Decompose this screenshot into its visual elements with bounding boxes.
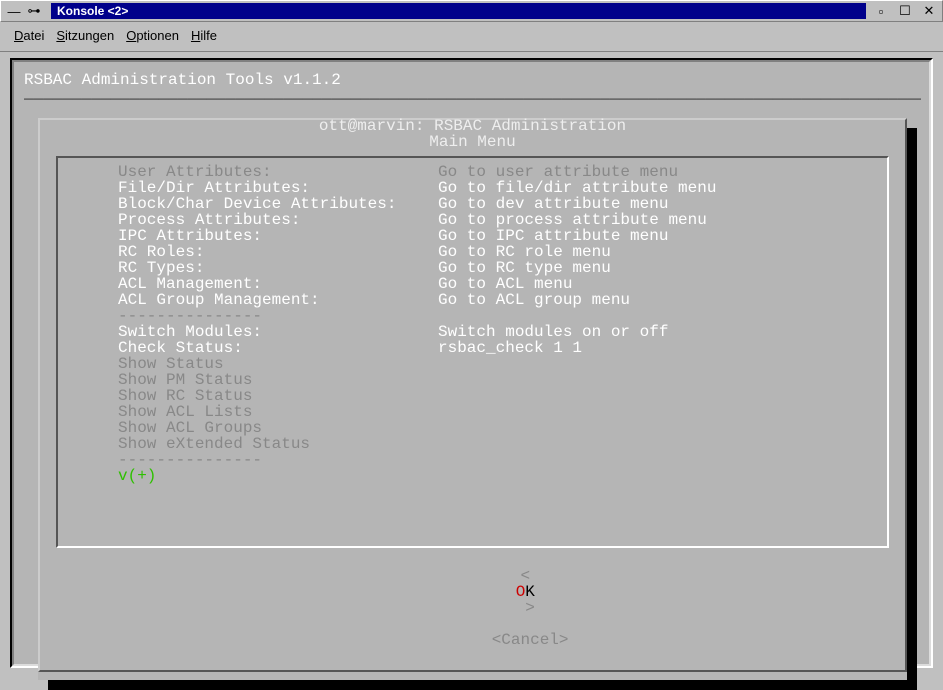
menu-item-label: Switch Modules: bbox=[118, 324, 438, 340]
dialog-subtitle: Main Menu bbox=[52, 134, 893, 150]
menu-separator: --------------- bbox=[118, 308, 827, 324]
minimize-icon[interactable]: ▫ bbox=[872, 2, 890, 20]
menu-item-action: Switch modules on or off bbox=[438, 324, 827, 340]
dialog: ott@marvin: RSBAC Administration Main Me… bbox=[38, 118, 907, 680]
menu-item[interactable]: Process Attributes:Go to process attribu… bbox=[118, 212, 827, 228]
cancel-button[interactable]: <Cancel> bbox=[492, 631, 569, 649]
pin-icon[interactable]: ⊶ bbox=[25, 2, 43, 20]
menu-item-action: Go to RC role menu bbox=[438, 244, 827, 260]
menu-item-action: Go to file/dir attribute menu bbox=[438, 180, 827, 196]
window-title: Konsole <2> bbox=[51, 3, 866, 19]
menu-item[interactable]: IPC Attributes:Go to IPC attribute menu bbox=[118, 228, 827, 244]
menu-item-action: rsbac_check 1 1 bbox=[438, 340, 827, 356]
menu-item-label: ACL Management: bbox=[118, 276, 438, 292]
terminal: RSBAC Administration Tools v1.1.2 ott@ma… bbox=[10, 58, 933, 668]
menu-item-action: Go to IPC attribute menu bbox=[438, 228, 827, 244]
menu-item-label: Show Status bbox=[118, 356, 438, 372]
menu-item[interactable]: Check Status:rsbac_check 1 1 bbox=[118, 340, 827, 356]
menu-item[interactable]: Show RC Status bbox=[118, 388, 827, 404]
dialog-title: ott@marvin: RSBAC Administration bbox=[52, 118, 893, 134]
window-menu-icon[interactable]: — bbox=[5, 2, 23, 20]
menu-list[interactable]: User Attributes:Go to user attribute men… bbox=[56, 156, 889, 548]
app-title: RSBAC Administration Tools v1.1.2 bbox=[24, 72, 921, 88]
menu-options[interactable]: Optionen bbox=[126, 28, 179, 43]
menu-item-action bbox=[438, 436, 827, 452]
menu-sessions[interactable]: Sitzungen bbox=[56, 28, 114, 43]
menubar: Datei Sitzungen Optionen Hilfe bbox=[0, 22, 943, 52]
menu-item-label: File/Dir Attributes: bbox=[118, 180, 438, 196]
menu-item-action: Go to RC type menu bbox=[438, 260, 827, 276]
menu-item-label: ACL Group Management: bbox=[118, 292, 438, 308]
menu-item[interactable]: Show ACL Lists bbox=[118, 404, 827, 420]
menu-item-action bbox=[438, 356, 827, 372]
menu-item-label: IPC Attributes: bbox=[118, 228, 438, 244]
angle-right-icon: > bbox=[525, 599, 535, 617]
menu-item-action: Go to ACL menu bbox=[438, 276, 827, 292]
menu-item[interactable]: RC Roles:Go to RC role menu bbox=[118, 244, 827, 260]
menu-item-action: Go to dev attribute menu bbox=[438, 196, 827, 212]
menu-item[interactable]: Show eXtended Status bbox=[118, 436, 827, 452]
menu-item-label: Show RC Status bbox=[118, 388, 438, 404]
menu-item[interactable]: Show Status bbox=[118, 356, 827, 372]
menu-item-label: Show ACL Lists bbox=[118, 404, 438, 420]
menu-item-label: RC Roles: bbox=[118, 244, 438, 260]
menu-file[interactable]: Datei bbox=[14, 28, 44, 43]
menu-item-label: Show eXtended Status bbox=[118, 436, 438, 452]
menu-item[interactable]: Block/Char Device Attributes:Go to dev a… bbox=[118, 196, 827, 212]
maximize-icon[interactable]: ☐ bbox=[896, 2, 914, 20]
menu-item-label: Show PM Status bbox=[118, 372, 438, 388]
menu-item-action bbox=[438, 388, 827, 404]
menu-item[interactable]: ACL Group Management:Go to ACL group men… bbox=[118, 292, 827, 308]
scroll-down-icon[interactable]: v(+) bbox=[118, 468, 827, 484]
menu-item-action bbox=[438, 404, 827, 420]
menu-item[interactable]: RC Types:Go to RC type menu bbox=[118, 260, 827, 276]
menu-item-label: Process Attributes: bbox=[118, 212, 438, 228]
menu-item[interactable]: User Attributes:Go to user attribute men… bbox=[118, 164, 827, 180]
menu-separator: --------------- bbox=[118, 452, 827, 468]
menu-item-label: Check Status: bbox=[118, 340, 438, 356]
menu-item[interactable]: ACL Management:Go to ACL menu bbox=[118, 276, 827, 292]
divider bbox=[24, 92, 921, 108]
menu-item-action: Go to process attribute menu bbox=[438, 212, 827, 228]
menu-item-label: Show ACL Groups bbox=[118, 420, 438, 436]
menu-item-label: Block/Char Device Attributes: bbox=[118, 196, 438, 212]
dialog-buttons: < OK > <Cancel> bbox=[52, 552, 893, 664]
menu-item-action: Go to user attribute menu bbox=[438, 164, 827, 180]
close-icon[interactable]: ✕ bbox=[920, 2, 938, 20]
menu-item-label: RC Types: bbox=[118, 260, 438, 276]
menu-item[interactable]: File/Dir Attributes:Go to file/dir attri… bbox=[118, 180, 827, 196]
menu-item-label: User Attributes: bbox=[118, 164, 438, 180]
menu-item-action bbox=[438, 420, 827, 436]
menu-item[interactable]: Show ACL Groups bbox=[118, 420, 827, 436]
menu-item[interactable]: Show PM Status bbox=[118, 372, 827, 388]
titlebar: — ⊶ Konsole <2> ▫ ☐ ✕ bbox=[0, 0, 943, 22]
menu-item[interactable]: Switch Modules:Switch modules on or off bbox=[118, 324, 827, 340]
menu-help[interactable]: Hilfe bbox=[191, 28, 217, 43]
menu-item-action: Go to ACL group menu bbox=[438, 292, 827, 308]
menu-item-action bbox=[438, 372, 827, 388]
